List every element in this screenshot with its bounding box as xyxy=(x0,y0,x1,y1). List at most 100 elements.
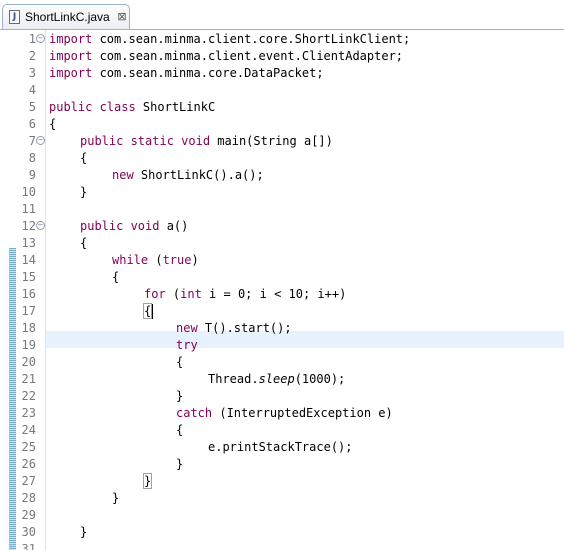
bracket-match-highlight: } xyxy=(142,473,153,489)
close-icon[interactable]: ⊠ xyxy=(116,10,128,24)
code-token: ) xyxy=(191,253,199,267)
code-line: 1 − import com.sean.minma.client.core.Sh… xyxy=(0,31,564,48)
line-number: 14 xyxy=(21,253,36,267)
line-number: 4 xyxy=(28,83,36,97)
code-line: 14 while (true) xyxy=(0,252,564,269)
line-number: 18 xyxy=(21,321,36,335)
keyword: int xyxy=(180,287,202,301)
code-token: a() xyxy=(159,219,189,233)
code-text: try xyxy=(176,337,198,354)
keyword: for xyxy=(144,287,166,301)
bracket-match-highlight: { xyxy=(142,303,153,319)
code-text: public class ShortLinkC xyxy=(49,99,215,116)
line-number: 22 xyxy=(21,389,36,403)
code-line: 2 import com.sean.minma.client.event.Cli… xyxy=(0,48,564,65)
code-text: new T().start(); xyxy=(176,320,292,337)
keyword: new xyxy=(112,168,134,182)
code-text: public static void main(String a[]) xyxy=(80,133,333,150)
code-editor[interactable]: 1 − import com.sean.minma.client.core.Sh… xyxy=(0,30,564,550)
line-number: 11 xyxy=(21,202,36,216)
code-token: ShortLinkC().a(); xyxy=(133,168,264,182)
tab-label: ShortLinkC.java xyxy=(25,10,110,24)
line-number: 24 xyxy=(21,423,36,437)
code-line: 25 e.printStackTrace(); xyxy=(0,439,564,456)
code-token: T().start(); xyxy=(197,321,292,335)
line-number: 19 xyxy=(21,338,36,352)
line-number: 9 xyxy=(28,168,36,182)
code-line: 20 { xyxy=(0,354,564,371)
code-line: 10 } xyxy=(0,184,564,201)
code-text: { xyxy=(49,117,57,131)
code-token: com.sean.minma.client.event.ClientAdapte… xyxy=(92,49,404,63)
keyword: import xyxy=(49,66,93,80)
code-token: Thread. xyxy=(208,372,259,386)
code-text: for (int i = 0; i < 10; i++) xyxy=(144,286,346,303)
code-line: 15 { xyxy=(0,269,564,286)
editor-tab-shortlinkc[interactable]: J ShortLinkC.java ⊠ xyxy=(2,4,130,30)
code-line: 12 − public void a() xyxy=(0,218,564,235)
fold-collapse-icon[interactable]: − xyxy=(36,34,45,43)
line-number: 21 xyxy=(21,372,36,386)
line-number: 25 xyxy=(21,440,36,454)
code-line: 4 xyxy=(0,82,564,99)
code-line: 9 new ShortLinkC().a(); xyxy=(0,167,564,184)
line-number: 29 xyxy=(21,508,36,522)
code-line: 6 { xyxy=(0,116,564,133)
code-token: (InterruptedException e) xyxy=(212,406,393,420)
line-number: 26 xyxy=(21,457,36,471)
keyword: while xyxy=(112,253,149,267)
code-text: { xyxy=(176,355,184,369)
code-line: 5 public class ShortLinkC xyxy=(0,99,564,116)
fold-collapse-icon[interactable]: − xyxy=(36,136,45,145)
code-text: { xyxy=(176,423,184,437)
code-token-italic: sleep xyxy=(258,372,295,386)
line-number: 3 xyxy=(28,66,36,80)
code-text: } xyxy=(112,491,120,505)
code-line: 8 { xyxy=(0,150,564,167)
code-line: 28 } xyxy=(0,490,564,507)
code-text: } xyxy=(176,389,184,403)
code-line: 21 Thread.sleep(1000); xyxy=(0,371,564,388)
fold-collapse-icon[interactable]: − xyxy=(36,221,45,230)
keyword: catch xyxy=(176,406,213,420)
keyword: public void xyxy=(80,219,160,233)
code-token: i = 0; i < 10; i++) xyxy=(201,287,347,301)
line-number: 8 xyxy=(28,151,36,165)
code-token: main(String a[]) xyxy=(210,134,333,148)
line-number: 10 xyxy=(21,185,36,199)
java-file-icon: J xyxy=(9,10,20,24)
code-text: while (true) xyxy=(112,252,199,269)
code-line: 22 } xyxy=(0,388,564,405)
code-token: (1000); xyxy=(294,372,346,386)
code-line: 26 } xyxy=(0,456,564,473)
code-line: 13 { xyxy=(0,235,564,252)
code-token: ( xyxy=(165,287,181,301)
code-token: com.sean.minma.client.core.ShortLinkClie… xyxy=(92,32,411,46)
line-number: 1 xyxy=(28,32,36,46)
keyword: new xyxy=(176,321,198,335)
line-number: 20 xyxy=(21,355,36,369)
code-line: 29 xyxy=(0,507,564,524)
code-line: 24 { xyxy=(0,422,564,439)
code-text: import com.sean.minma.core.DataPacket; xyxy=(49,65,324,82)
code-token: ShortLinkC xyxy=(135,100,216,114)
code-text: { xyxy=(112,270,120,284)
code-text: import com.sean.minma.client.core.ShortL… xyxy=(49,31,410,48)
line-number: 17 xyxy=(21,304,36,318)
code-line: 18 new T().start(); xyxy=(0,320,564,337)
code-text: { xyxy=(80,151,88,165)
line-number: 31 xyxy=(21,542,36,550)
keyword: try xyxy=(176,338,198,352)
code-text: Thread.sleep(1000); xyxy=(208,371,345,388)
code-text: } xyxy=(80,525,88,539)
code-text: new ShortLinkC().a(); xyxy=(112,167,264,184)
line-number: 16 xyxy=(21,287,36,301)
code-text: { xyxy=(80,236,88,250)
code-text: e.printStackTrace(); xyxy=(208,440,353,454)
code-text: public void a() xyxy=(80,218,188,235)
code-line: 23 catch (InterruptedException e) xyxy=(0,405,564,422)
code-text: { xyxy=(142,303,153,320)
line-number: 28 xyxy=(21,491,36,505)
line-number: 6 xyxy=(28,117,36,131)
code-line: 31 xyxy=(0,541,564,550)
